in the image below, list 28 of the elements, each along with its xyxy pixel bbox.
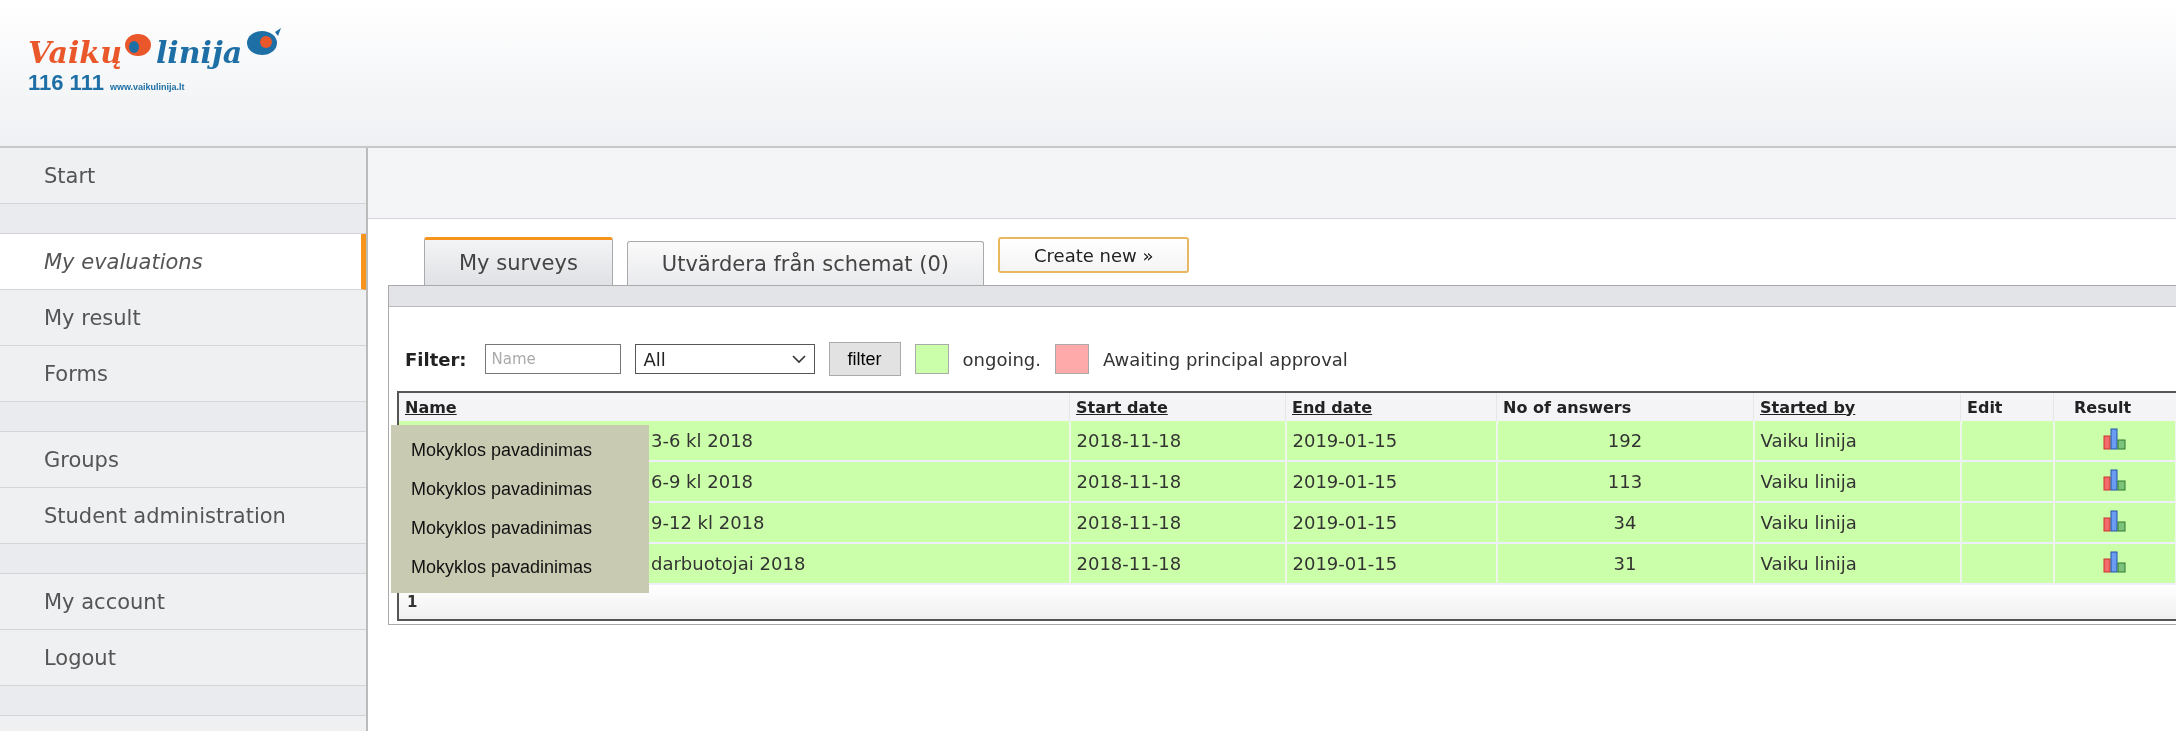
column-header: No of answers [1496,392,1754,421]
column-header[interactable]: Name [398,392,1070,421]
status-dropdown[interactable]: All [634,344,815,374]
legend-label: ongoing. [962,348,1041,370]
bar-chart-icon[interactable] [2102,550,2127,573]
logo-wordmark: Vaikų [28,35,122,70]
logo-url: www.vaikulinija.lt [109,82,185,92]
column-header[interactable]: End date [1285,392,1497,421]
logo-wordmark: linija [155,35,243,70]
column-header: Edit [1960,392,2054,421]
filter-button[interactable]: filter [828,342,901,376]
name-filter-field[interactable]: Name [484,344,621,374]
chevron-icon [791,354,806,364]
legend-label: Awaiting principal approval [1102,348,1348,370]
column-header: Result [2053,392,2176,421]
logo[interactable]: Vaikų linija 116 111 www.vaikulinija.lt [28,26,283,96]
bar-chart-icon[interactable] [2102,427,2127,450]
filter-label: Filter: [405,348,467,370]
bar-chart-icon[interactable] [2102,509,2127,532]
create-new-button[interactable]: Create new » [998,237,1190,273]
bar-chart-icon[interactable] [2102,468,2127,491]
sidebar-item[interactable]: My evaluations [0,234,366,290]
page-number[interactable]: 1 [407,593,418,611]
logo-phone: 116 111 [28,70,104,96]
column-header[interactable]: Started by [1753,392,1961,421]
tab[interactable]: Utvärdera från schemat (0) [626,241,984,285]
column-header[interactable]: Start date [1069,392,1286,421]
tab[interactable]: My surveys [424,237,613,285]
